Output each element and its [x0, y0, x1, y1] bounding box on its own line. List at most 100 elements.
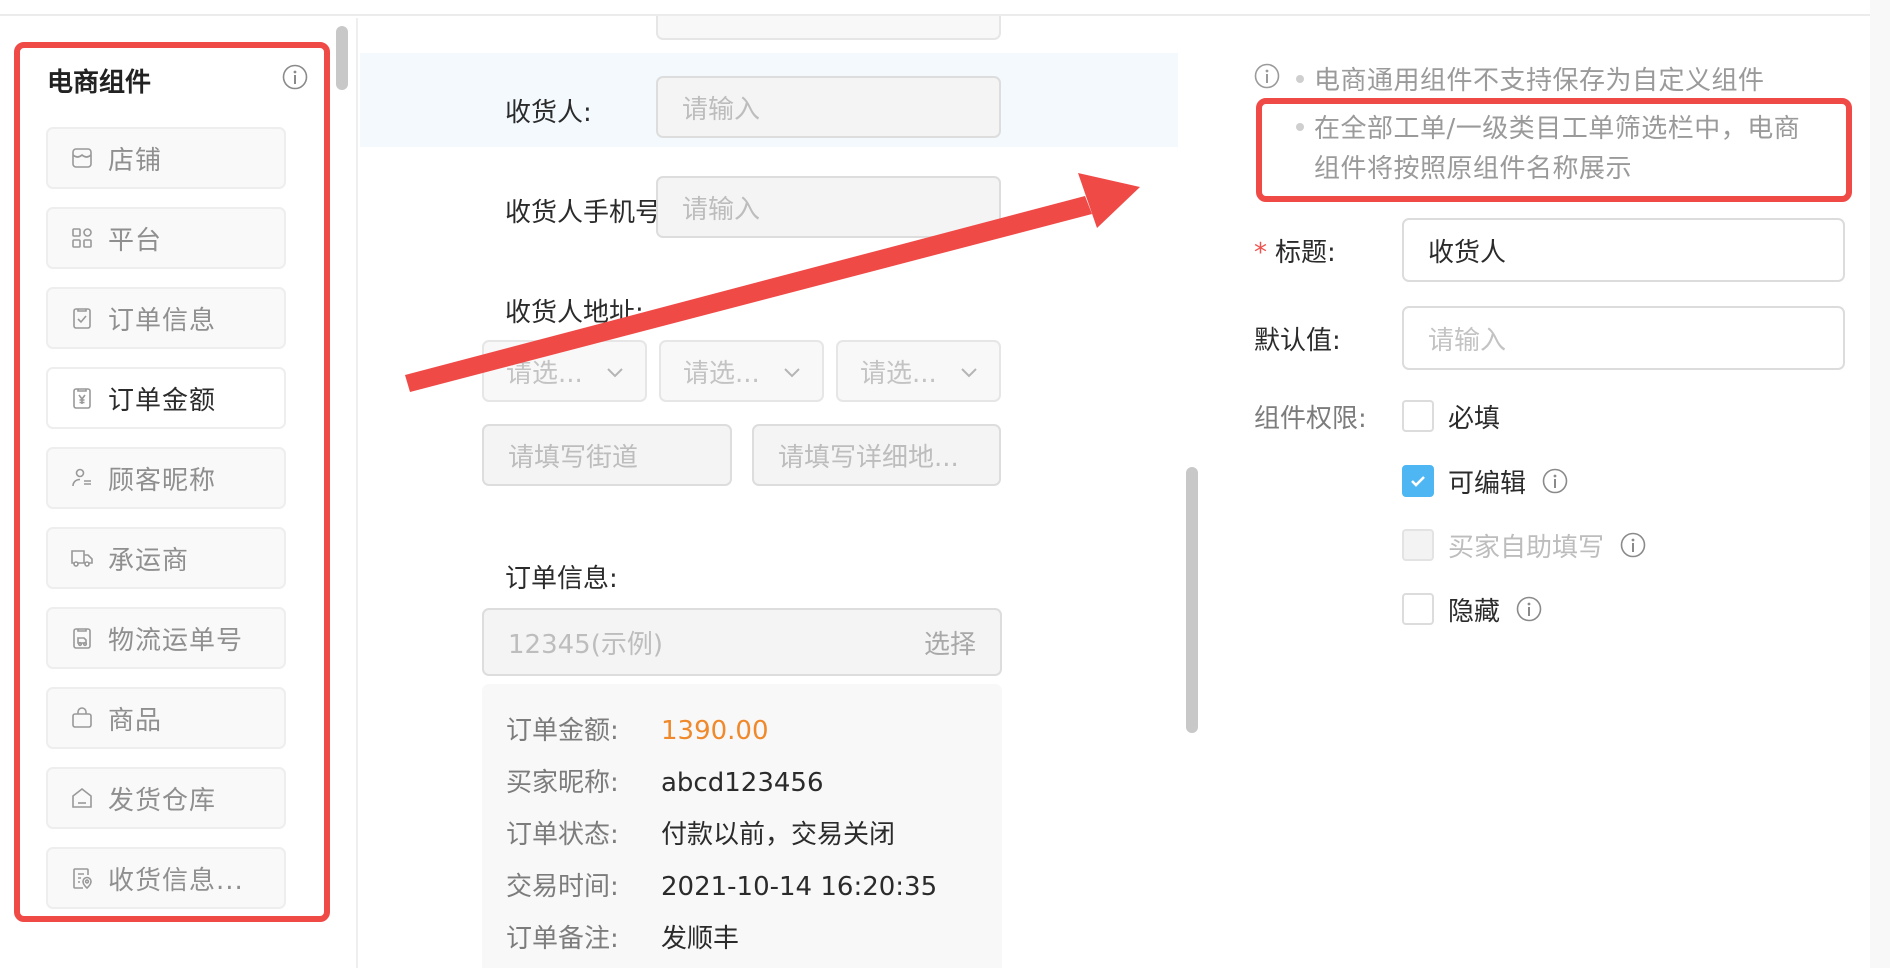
component-item-store[interactable]: 店铺: [46, 127, 286, 189]
order-detail-key: 交易时间:: [506, 872, 619, 902]
permission-editable[interactable]: 可编辑: [1402, 464, 1568, 499]
tips-info-icon: [1254, 63, 1280, 89]
permission-buyer-self-fill[interactable]: 买家自助填写: [1402, 528, 1646, 563]
order-detail-key: 买家昵称:: [506, 768, 619, 798]
component-item-platform[interactable]: 平台: [46, 207, 286, 269]
component-item-goods[interactable]: 商品: [46, 687, 286, 749]
hidden-checkbox[interactable]: [1402, 593, 1434, 625]
select-order-button[interactable]: 选择: [924, 624, 976, 661]
info-circle-icon[interactable]: [282, 64, 308, 90]
tip-line-continued: 组件将按照原组件名称展示: [1314, 154, 1633, 184]
yuan-receipt-icon: [70, 386, 94, 410]
order-detail-value: 发顺丰: [661, 924, 740, 954]
title-input[interactable]: 收货人: [1402, 218, 1845, 282]
truck-icon: [70, 546, 94, 570]
chevron-down-icon: [782, 362, 802, 382]
component-item-label: 订单信息: [108, 305, 217, 336]
user-list-icon: [70, 466, 94, 490]
component-item-order-info[interactable]: 订单信息: [46, 287, 286, 349]
district-select-value: 请选...: [860, 358, 937, 389]
required-checkbox[interactable]: [1402, 400, 1434, 432]
tip-line: 电商通用组件不支持保存为自定义组件: [1296, 60, 1765, 97]
city-select[interactable]: 请选...: [659, 340, 824, 402]
default-value-label: 默认值:: [1254, 326, 1341, 356]
order-detail-value: 2021-10-14 16:20:35: [661, 872, 938, 902]
form-preview: 收货人: 请输入 收货人手机号 请输入 收货人地址: 请选... 请选... 请…: [358, 0, 1198, 968]
chevron-down-icon: [605, 362, 625, 382]
top-border: [0, 0, 1870, 16]
component-item-label: 顾客昵称: [108, 465, 217, 496]
province-select-value: 请选...: [506, 358, 583, 389]
component-item-customer-nickname[interactable]: 顾客昵称: [46, 447, 286, 509]
chevron-down-icon: [959, 362, 979, 382]
street-input[interactable]: 请填写街道: [482, 424, 732, 486]
component-item-label: 平台: [108, 225, 163, 256]
order-detail-row: 交易时间: 2021-10-14 16:20:35: [506, 866, 937, 903]
order-details-card: 订单金额: 1390.00 买家昵称: abcd123456 订单状态: 付款以前，交…: [482, 684, 1002, 968]
info-circle-icon[interactable]: [1620, 532, 1646, 558]
order-detail-row: 买家昵称: abcd123456: [506, 762, 824, 799]
address-detail-input[interactable]: 请填写详细地...: [752, 424, 1001, 486]
order-detail-key: 订单金额:: [506, 716, 619, 746]
info-circle-icon[interactable]: [1516, 596, 1542, 622]
buyer-self-fill-checkbox[interactable]: [1402, 529, 1434, 561]
clipboard-check-icon: [70, 306, 94, 330]
warehouse-icon: [70, 786, 94, 810]
component-item-tracking-number[interactable]: 物流运单号: [46, 607, 286, 669]
window-edge: [1870, 0, 1890, 968]
permission-label: 买家自助填写: [1448, 532, 1605, 563]
order-detail-key: 订单备注:: [506, 924, 619, 954]
order-detail-key: 订单状态:: [506, 820, 619, 850]
order-detail-row: 订单备注: 发顺丰: [506, 918, 739, 955]
info-circle-icon[interactable]: [1542, 468, 1568, 494]
tip-line: 在全部工单/一级类目工单筛选栏中，电商: [1296, 108, 1800, 145]
permission-label: 必填: [1448, 403, 1501, 434]
shopping-bag-icon: [70, 706, 94, 730]
component-settings-panel: 电商通用组件不支持保存为自定义组件 在全部工单/一级类目工单筛选栏中，电商 组件…: [1240, 18, 1870, 968]
permission-hidden[interactable]: 隐藏: [1402, 592, 1542, 627]
component-item-label: 物流运单号: [108, 625, 244, 656]
component-item-order-amount[interactable]: 订单金额: [46, 367, 286, 429]
province-select[interactable]: 请选...: [482, 340, 647, 402]
store-icon: [70, 146, 94, 170]
address-doc-icon: [70, 866, 94, 890]
component-item-warehouse[interactable]: 发货仓库: [46, 767, 286, 829]
preview-scrollbar[interactable]: [1186, 467, 1198, 733]
order-amount-value: 1390.00: [661, 716, 769, 746]
order-detail-row: 订单状态: 付款以前，交易关闭: [506, 814, 895, 851]
order-detail-row: 订单金额: 1390.00: [506, 710, 769, 747]
order-number-input[interactable]: 12345(示例) 选择: [482, 608, 1002, 676]
delivery-doc-icon: [70, 626, 94, 650]
order-number-placeholder: 12345(示例): [508, 629, 663, 660]
consignee-input[interactable]: 请输入: [656, 76, 1001, 138]
component-item-label: 商品: [108, 705, 163, 736]
permission-required[interactable]: 必填: [1402, 399, 1516, 434]
order-detail-value: 付款以前，交易关闭: [661, 820, 896, 850]
component-item-label: 订单金额: [108, 385, 217, 416]
component-item-label: 承运商: [108, 545, 190, 576]
sidebar-scrollbar[interactable]: [336, 26, 348, 90]
component-item-carrier[interactable]: 承运商: [46, 527, 286, 589]
consignee-address-label: 收货人地址:: [505, 298, 644, 328]
component-sidebar: 电商组件 店铺 平台 订单信息 订单金额 顾客昵称 承运商 物流运单号 商品 发…: [0, 18, 356, 968]
city-select-value: 请选...: [683, 358, 760, 389]
consignee-phone-label: 收货人手机号: [505, 198, 662, 228]
permissions-label: 组件权限:: [1254, 404, 1367, 434]
default-value-input[interactable]: 请输入: [1402, 306, 1845, 370]
checkmark-icon: [1411, 476, 1425, 487]
order-detail-value: abcd123456: [661, 768, 824, 798]
permission-label: 可编辑: [1448, 468, 1527, 499]
consignee-phone-input[interactable]: 请输入: [656, 176, 1001, 238]
district-select[interactable]: 请选...: [836, 340, 1001, 402]
component-item-label: 收货信息...: [108, 865, 244, 896]
editable-checkbox[interactable]: [1402, 465, 1434, 497]
permission-label: 隐藏: [1448, 596, 1501, 627]
component-item-label: 发货仓库: [108, 785, 217, 816]
required-mark: *: [1254, 238, 1267, 268]
title-field-label: * 标题:: [1254, 238, 1336, 268]
consignee-label: 收货人:: [505, 98, 592, 128]
grid-icon: [70, 226, 94, 250]
component-item-label: 店铺: [108, 145, 163, 176]
component-item-shipping-info[interactable]: 收货信息...: [46, 847, 286, 909]
order-info-label: 订单信息:: [505, 564, 618, 594]
